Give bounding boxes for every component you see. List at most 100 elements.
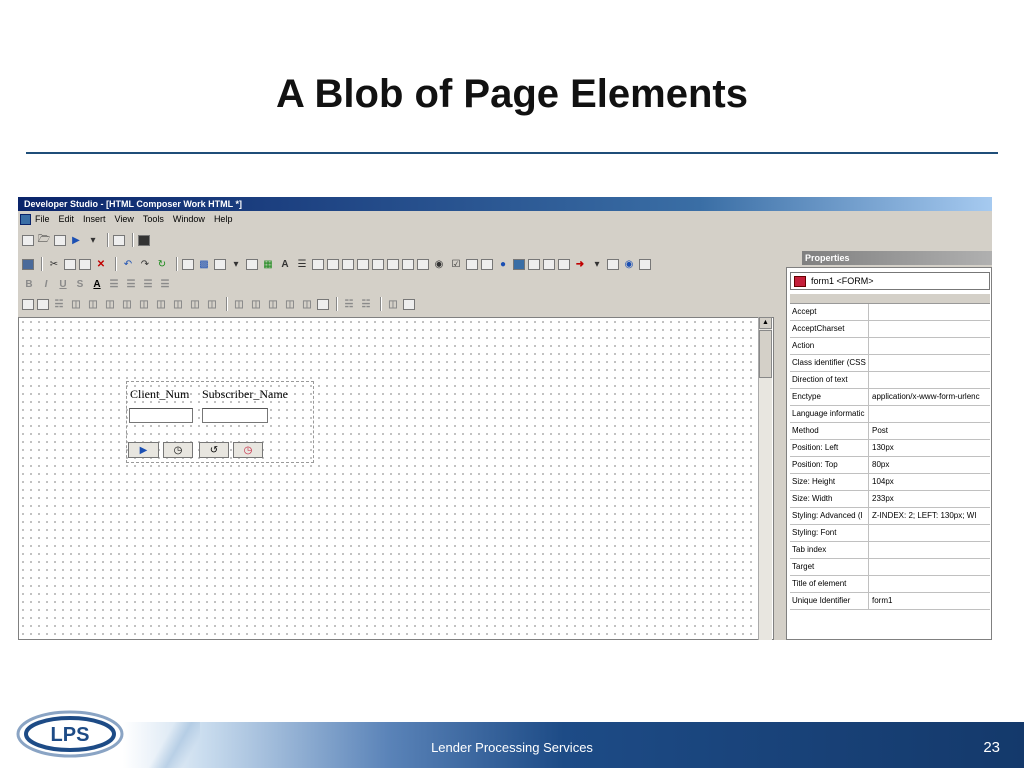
insert-radio-icon[interactable]: ◉ (432, 258, 446, 271)
insert-calendar-icon[interactable] (513, 258, 525, 270)
grid-dropdown-icon[interactable]: ▾ (229, 258, 243, 271)
insert-textarea-icon[interactable] (312, 258, 324, 270)
open-folder-icon[interactable]: 🗁 (37, 234, 51, 247)
reset-button[interactable]: ↺ (199, 442, 229, 458)
align-lefts-icon[interactable]: ◫ (69, 298, 83, 311)
property-value[interactable]: 104px (869, 474, 990, 490)
strikethrough-button[interactable]: S (73, 278, 87, 291)
scroll-thumb[interactable] (759, 330, 772, 378)
menu-help[interactable]: Help (214, 214, 233, 224)
menu-tools[interactable]: Tools (143, 214, 164, 224)
paste-icon[interactable] (79, 258, 91, 270)
form-element[interactable]: Client_Num Subscriber_Name ▶ ◷ ↺ ◷ (126, 381, 314, 463)
property-value[interactable]: 80px (869, 457, 990, 473)
same-height-icon[interactable]: ◫ (188, 298, 202, 311)
refresh-icon[interactable]: ↻ (155, 258, 169, 271)
rule-dropdown-icon[interactable]: ▾ (590, 258, 604, 271)
align-left-icon[interactable]: ☰ (107, 278, 121, 291)
tree-icon[interactable]: ☵ (52, 298, 66, 311)
align-center-icon[interactable]: ☰ (124, 278, 138, 291)
same-width-icon[interactable]: ◫ (171, 298, 185, 311)
insert-object-icon[interactable] (528, 258, 540, 270)
document-icon[interactable] (113, 234, 125, 246)
property-value[interactable]: Z-INDEX: 2; LEFT: 130px; WI (869, 508, 990, 524)
new-file-icon[interactable] (22, 234, 34, 246)
insert-link-icon[interactable]: ● (496, 258, 510, 271)
cut-icon[interactable]: ✂ (47, 258, 61, 271)
insert-textbox-icon[interactable] (327, 258, 339, 270)
insert-frame-icon[interactable] (246, 258, 258, 270)
property-row[interactable]: Unique Identifier form1 (790, 593, 990, 610)
insert-submit-icon[interactable] (417, 258, 429, 270)
menu-file[interactable]: File (35, 214, 50, 224)
bold-button[interactable]: B (22, 278, 36, 291)
tab-order-icon[interactable] (317, 298, 329, 310)
property-row[interactable]: Size: Height 104px (790, 474, 990, 491)
menu-insert[interactable]: Insert (83, 214, 106, 224)
tree-expand-icon[interactable]: ☵ (342, 298, 356, 311)
insert-hidden-icon[interactable] (466, 258, 478, 270)
object-selector[interactable]: form1 <FORM> (790, 272, 990, 290)
numbered-grid-icon[interactable] (403, 298, 415, 310)
property-value[interactable] (869, 321, 990, 337)
property-value[interactable] (869, 576, 990, 592)
tree-collapse-icon[interactable]: ☵ (359, 298, 373, 311)
canvas-vertical-scrollbar[interactable]: ▲ (758, 317, 772, 640)
insert-media-icon[interactable] (607, 258, 619, 270)
property-row[interactable]: Position: Left 130px (790, 440, 990, 457)
space-down-icon[interactable]: ◫ (249, 298, 263, 311)
grid-view-icon[interactable] (22, 298, 34, 310)
center-vertical-icon[interactable]: ◫ (283, 298, 297, 311)
property-row[interactable]: Action (790, 338, 990, 355)
font-color-button[interactable]: A (90, 278, 104, 291)
insert-image-icon[interactable]: ▦ (261, 258, 275, 271)
redo-icon[interactable]: ↷ (138, 258, 152, 271)
center-horizontal-icon[interactable]: ◫ (266, 298, 280, 311)
design-canvas[interactable] (18, 317, 774, 640)
property-row[interactable]: Class identifier (CSS (790, 355, 990, 372)
align-justify-icon[interactable]: ☰ (158, 278, 172, 291)
insert-grid-icon[interactable] (214, 258, 226, 270)
property-value[interactable] (869, 338, 990, 354)
property-row[interactable]: Accept (790, 304, 990, 321)
italic-button[interactable]: I (39, 278, 53, 291)
property-row[interactable]: Language informatic (790, 406, 990, 423)
run-icon[interactable]: ▶ (69, 234, 83, 247)
app-menu-icon[interactable] (20, 213, 31, 225)
new-page-icon[interactable] (54, 234, 66, 246)
insert-checkbox-icon[interactable]: ☑ (449, 258, 463, 271)
property-row[interactable]: AcceptCharset (790, 321, 990, 338)
bring-front-icon[interactable]: ◫ (300, 298, 314, 311)
align-rights-icon[interactable]: ◫ (103, 298, 117, 311)
delete-icon[interactable]: ✕ (94, 258, 108, 271)
save-icon[interactable] (22, 258, 34, 270)
property-row[interactable]: Target (790, 559, 990, 576)
property-row[interactable]: Tab index (790, 542, 990, 559)
client-num-input[interactable] (129, 408, 193, 423)
menu-view[interactable]: View (115, 214, 134, 224)
insert-text-icon[interactable]: A (278, 258, 292, 271)
globe-icon[interactable]: ◉ (622, 258, 636, 271)
property-value[interactable]: Post (869, 423, 990, 439)
window-icon[interactable] (138, 234, 150, 246)
scroll-up-arrow-icon[interactable]: ▲ (759, 317, 772, 329)
copy-icon[interactable] (64, 258, 76, 270)
snap-grid-icon[interactable] (37, 298, 49, 310)
timer-button[interactable]: ◷ (233, 442, 263, 458)
menu-window[interactable]: Window (173, 214, 205, 224)
run-dropdown-icon[interactable]: ▾ (86, 234, 100, 247)
same-size-icon[interactable]: ◫ (205, 298, 219, 311)
property-row[interactable]: Title of element (790, 576, 990, 593)
insert-button-icon[interactable] (402, 258, 414, 270)
property-row[interactable]: Styling: Font (790, 525, 990, 542)
insert-listbox-icon[interactable] (387, 258, 399, 270)
property-row[interactable]: Direction of text (790, 372, 990, 389)
property-value[interactable] (869, 355, 990, 371)
align-centers-icon[interactable]: ◫ (86, 298, 100, 311)
property-value[interactable]: form1 (869, 593, 990, 609)
property-value[interactable] (869, 372, 990, 388)
property-row[interactable]: Method Post (790, 423, 990, 440)
align-bottoms-icon[interactable]: ◫ (154, 298, 168, 311)
property-value[interactable] (869, 304, 990, 320)
space-across-icon[interactable]: ◫ (232, 298, 246, 311)
